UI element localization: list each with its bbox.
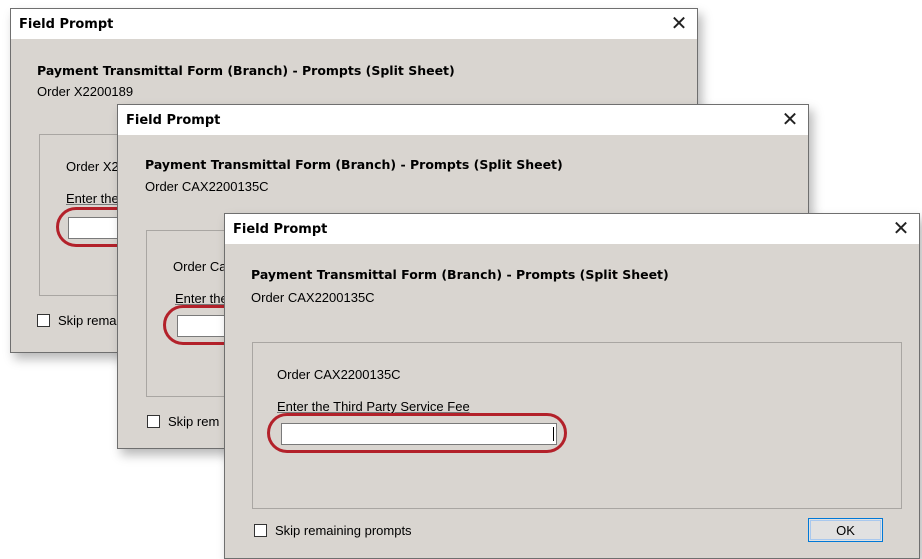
form-heading: Payment Transmittal Form (Branch) - Prom… — [145, 157, 563, 172]
group-order-number: Order CAX2200135C — [277, 367, 401, 382]
prompt-group: Order CAX2200135C Enter the Third Party … — [252, 342, 902, 509]
fee-input[interactable] — [282, 424, 556, 444]
order-number: Order CAX2200135C — [251, 290, 375, 305]
form-heading: Payment Transmittal Form (Branch) - Prom… — [251, 267, 669, 282]
dialog-titlebar[interactable]: Field Prompt ✕ — [225, 214, 919, 244]
skip-prompts-checkbox[interactable] — [147, 415, 160, 428]
skip-prompts-checkbox[interactable] — [254, 524, 267, 537]
skip-prompts-option[interactable]: Skip rema — [37, 313, 117, 328]
skip-prompts-option[interactable]: Skip remaining prompts — [254, 523, 412, 538]
fee-input-field[interactable] — [281, 423, 557, 445]
field-label: Enter the — [66, 191, 119, 206]
field-prompt-dialog-front: Field Prompt ✕ Payment Transmittal Form … — [224, 213, 920, 559]
skip-prompts-label: Skip rema — [58, 313, 117, 328]
close-icon[interactable]: ✕ — [778, 107, 802, 131]
close-icon[interactable]: ✕ — [667, 11, 691, 35]
close-icon[interactable]: ✕ — [889, 216, 913, 240]
group-order-number: Order Ca — [173, 259, 227, 274]
form-heading: Payment Transmittal Form (Branch) - Prom… — [37, 63, 455, 78]
skip-prompts-option[interactable]: Skip rem — [147, 414, 219, 429]
text-cursor — [553, 427, 554, 441]
dialog-titlebar[interactable]: Field Prompt ✕ — [11, 9, 697, 39]
dialog-title: Field Prompt — [233, 222, 328, 237]
dialog-title: Field Prompt — [19, 17, 114, 32]
skip-prompts-checkbox[interactable] — [37, 314, 50, 327]
order-number: Order CAX2200135C — [145, 179, 269, 194]
skip-prompts-label: Skip rem — [168, 414, 220, 429]
dialog-titlebar[interactable]: Field Prompt ✕ — [118, 105, 808, 135]
ok-button[interactable]: OK — [808, 518, 883, 542]
skip-prompts-label: Skip remaining prompts — [275, 523, 412, 538]
dialog-title: Field Prompt — [126, 113, 221, 128]
field-label: Enter the Third Party Service Fee — [277, 399, 470, 414]
field-label: Enter the — [175, 291, 228, 306]
group-order-number: Order X2 — [66, 159, 119, 174]
order-number: Order X2200189 — [37, 84, 134, 99]
